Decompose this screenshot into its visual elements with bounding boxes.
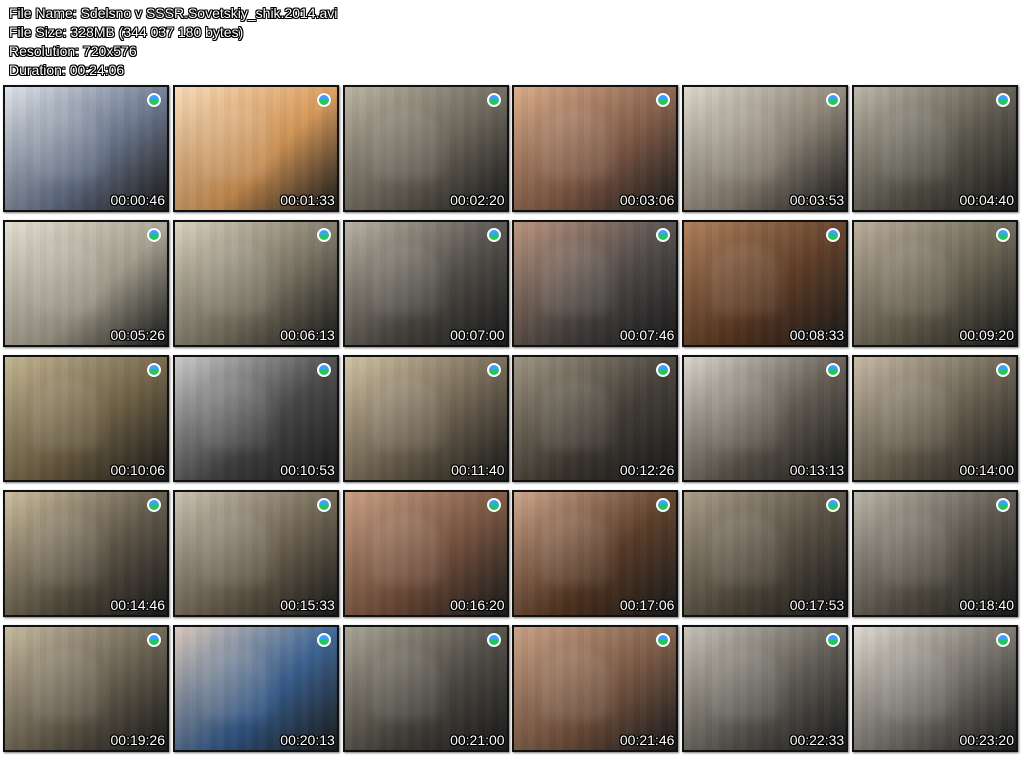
video-thumbnail: 00:13:13 <box>682 355 849 482</box>
video-thumbnail: 00:09:20 <box>851 220 1018 347</box>
thumbnail-timestamp: 00:18:40 <box>959 597 1014 613</box>
thumbnail-timestamp: 00:09:20 <box>959 327 1014 343</box>
video-thumbnail: 00:21:00 <box>342 625 509 752</box>
video-thumbnail: 00:21:46 <box>512 625 679 752</box>
video-thumbnail: 00:20:13 <box>172 625 339 752</box>
thumbnail-timestamp: 00:01:33 <box>280 192 335 208</box>
thumbnail-timestamp: 00:10:53 <box>280 462 335 478</box>
thumbnail-timestamp: 00:15:33 <box>280 597 335 613</box>
channel-logo-icon <box>486 498 501 512</box>
thumbnail-timestamp: 00:07:00 <box>450 327 505 343</box>
channel-logo-icon <box>316 498 331 512</box>
video-thumbnail: 00:22:33 <box>682 625 849 752</box>
video-thumbnail: 00:04:40 <box>851 85 1018 212</box>
thumbnail-timestamp: 00:05:26 <box>110 327 166 343</box>
video-thumbnail: 00:01:33 <box>172 85 339 212</box>
thumbnail-timestamp: 00:03:53 <box>789 192 845 208</box>
channel-logo-icon <box>147 498 161 512</box>
video-thumbnail: 00:17:53 <box>682 490 849 617</box>
channel-logo-icon <box>147 228 161 242</box>
thumbnail-timestamp: 00:07:46 <box>619 327 675 343</box>
channel-logo-icon <box>995 228 1010 242</box>
video-thumbnail: 00:05:26 <box>3 220 169 347</box>
thumbnail-timestamp: 00:04:40 <box>959 192 1014 208</box>
video-thumbnail: 00:16:20 <box>342 490 509 617</box>
thumbnail-timestamp: 00:20:13 <box>280 732 335 748</box>
video-thumbnail: 00:02:20 <box>342 85 509 212</box>
file-info-panel: File Name: Sdelsno v SSSR.Sovetskiy_shik… <box>9 4 429 80</box>
video-thumbnail: 00:07:00 <box>342 220 509 347</box>
thumbnail-timestamp: 00:22:33 <box>789 732 845 748</box>
file-name-line: File Name: Sdelsno v SSSR.Sovetskiy_shik… <box>9 5 338 21</box>
channel-logo-icon <box>316 93 331 107</box>
channel-logo-icon <box>316 633 331 647</box>
file-size-line: File Size: 328MB (344 037 180 bytes) <box>9 24 244 40</box>
thumbnail-timestamp: 00:23:20 <box>959 732 1014 748</box>
video-thumbnail: 00:23:20 <box>851 625 1018 752</box>
thumbnail-timestamp: 00:03:06 <box>619 192 675 208</box>
channel-logo-icon <box>995 363 1010 377</box>
channel-logo-icon <box>316 228 331 242</box>
thumbnail-timestamp: 00:00:46 <box>110 192 166 208</box>
video-thumbnail: 00:18:40 <box>851 490 1018 617</box>
channel-logo-icon <box>316 363 331 377</box>
thumbnail-timestamp: 00:21:00 <box>450 732 505 748</box>
channel-logo-icon <box>995 498 1010 512</box>
channel-logo-icon <box>995 633 1010 647</box>
video-thumbnail: 00:08:33 <box>682 220 849 347</box>
video-thumbnail: 00:10:53 <box>172 355 339 482</box>
channel-logo-icon <box>995 93 1010 107</box>
thumbnail-timestamp: 00:17:53 <box>789 597 845 613</box>
thumbnail-timestamp: 00:16:20 <box>450 597 505 613</box>
thumbnail-timestamp: 00:14:00 <box>959 462 1014 478</box>
video-thumbnail: 00:15:33 <box>172 490 339 617</box>
thumbnail-timestamp: 00:19:26 <box>110 732 166 748</box>
thumbnail-timestamp: 00:08:33 <box>789 327 845 343</box>
channel-logo-icon <box>486 93 501 107</box>
channel-logo-icon <box>147 633 161 647</box>
video-thumbnail: 00:10:06 <box>3 355 169 482</box>
resolution-line: Resolution: 720x576 <box>9 43 137 59</box>
channel-logo-icon <box>486 228 501 242</box>
thumbnail-timestamp: 00:17:06 <box>619 597 675 613</box>
channel-logo-icon <box>486 633 501 647</box>
thumbnail-timestamp: 00:06:13 <box>280 327 335 343</box>
thumbnail-timestamp: 00:13:13 <box>789 462 845 478</box>
thumbnail-timestamp: 00:10:06 <box>110 462 166 478</box>
video-thumbnail: 00:03:06 <box>512 85 679 212</box>
channel-logo-icon <box>147 363 161 377</box>
duration-line: Duration: 00:24:06 <box>9 62 125 78</box>
video-thumbnail: 00:12:26 <box>512 355 679 482</box>
video-thumbnail: 00:14:00 <box>851 355 1018 482</box>
video-thumbnail: 00:03:53 <box>682 85 849 212</box>
video-thumbnail: 00:11:40 <box>342 355 509 482</box>
thumbnail-timestamp: 00:21:46 <box>619 732 675 748</box>
channel-logo-icon <box>147 93 161 107</box>
thumbnail-timestamp: 00:11:40 <box>451 462 505 478</box>
video-thumbnail: 00:07:46 <box>512 220 679 347</box>
thumbnail-timestamp: 00:02:20 <box>450 192 505 208</box>
video-thumbnail: 00:06:13 <box>172 220 339 347</box>
thumbnail-grid: 00:00:46 00:01:33 00:02:20 00:03:06 00:03:53… <box>3 85 1018 760</box>
video-thumbnail: 00:17:06 <box>512 490 679 617</box>
thumbnail-timestamp: 00:14:46 <box>110 597 166 613</box>
channel-logo-icon <box>486 363 501 377</box>
thumbnail-timestamp: 00:12:26 <box>619 462 675 478</box>
video-thumbnail: 00:19:26 <box>3 625 169 752</box>
video-thumbnail: 00:14:46 <box>3 490 169 617</box>
video-thumbnail: 00:00:46 <box>3 85 169 212</box>
